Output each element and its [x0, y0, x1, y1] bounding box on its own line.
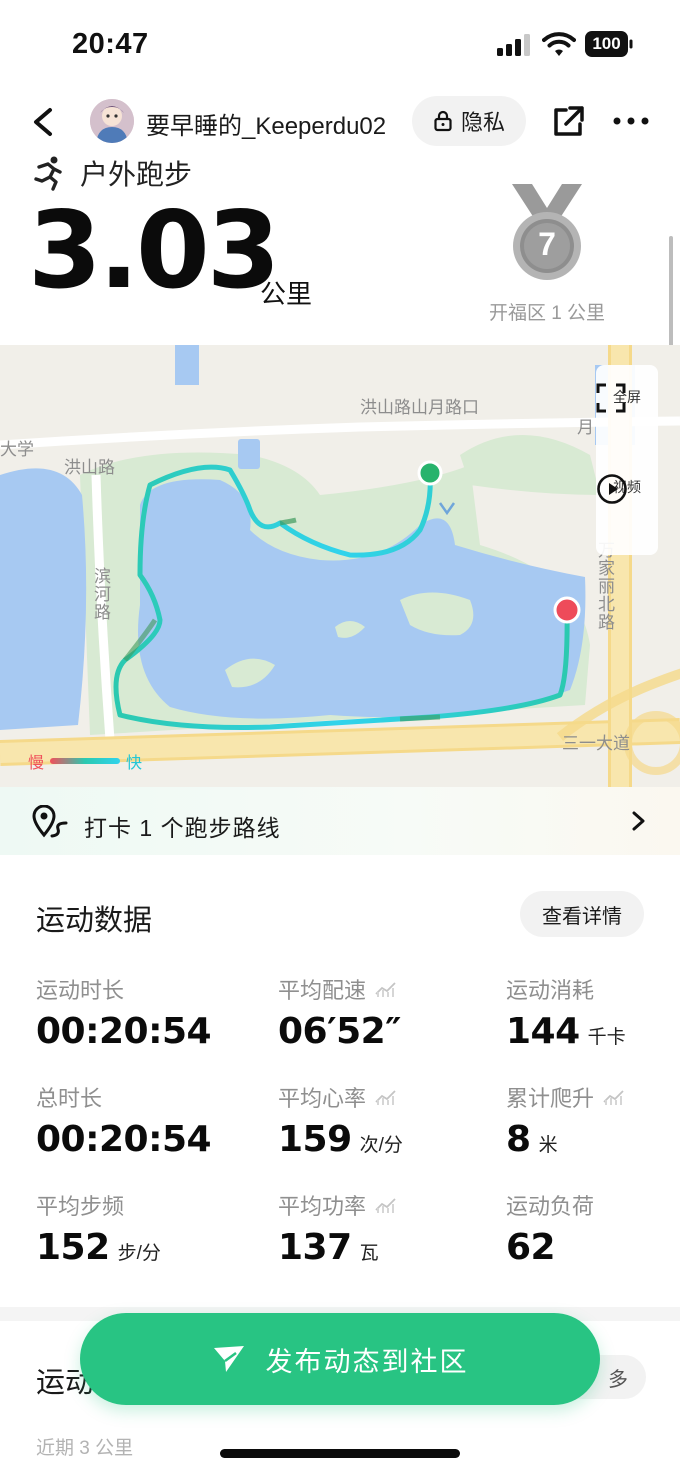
metric-label: 运动时长 — [36, 978, 125, 1003]
distance-value: 3.03 — [28, 189, 281, 312]
home-indicator[interactable] — [220, 1449, 460, 1458]
publish-to-community-button[interactable]: 发布动态到社区 — [80, 1313, 600, 1405]
metric-item[interactable]: 累计爬升 8 米 — [506, 1081, 626, 1160]
metric-label: 运动负荷 — [506, 1194, 595, 1219]
metric-item: 运动负荷 62 — [506, 1189, 594, 1268]
share-icon[interactable] — [550, 104, 586, 140]
metric-value: 159 次/分 — [278, 1119, 403, 1160]
metric-item[interactable]: 平均心率 159 次/分 — [278, 1081, 403, 1160]
medal-caption: 开福区 1 公里 — [488, 303, 606, 324]
metric-unit: 瓦 — [359, 1243, 379, 1264]
lower-card-subtitle: 近期 3 公里 — [36, 1438, 134, 1459]
metric-value: 137 瓦 — [278, 1227, 379, 1268]
metric-label: 平均步频 — [36, 1194, 125, 1219]
sport-type-row: 户外跑步 — [30, 153, 192, 193]
back-icon — [34, 108, 52, 136]
medal-number: 7 — [538, 226, 556, 262]
map-label-partial: 月 — [577, 418, 594, 437]
metric-value: 06′52″ — [278, 1011, 401, 1052]
metric-item[interactable]: 平均配速 06′52″ — [278, 973, 401, 1052]
trend-chart-icon — [375, 1198, 396, 1213]
map-label-crossing: 洪山路山月路口 — [360, 398, 479, 417]
fullscreen-button[interactable]: 全屏 — [596, 383, 658, 463]
metric-label: 平均配速 — [278, 973, 401, 1005]
nav-bar: 要早睡的_Keeperdu02 隐私 — [0, 92, 680, 152]
metric-item[interactable]: 平均功率 137 瓦 — [278, 1189, 398, 1268]
metric-unit: 步/分 — [117, 1243, 161, 1264]
metric-value: 144 千卡 — [506, 1011, 626, 1052]
distance-unit: 公里 — [260, 279, 313, 309]
legend-gradient — [50, 758, 121, 764]
running-icon — [34, 156, 62, 191]
wifi-icon — [542, 30, 576, 58]
pace-legend: 慢 快 — [28, 751, 143, 772]
checkin-route-row[interactable]: 打卡 1 个跑步路线 — [0, 787, 680, 855]
chevron-right-icon — [632, 811, 645, 831]
map-label-binhe-road: 滨河路 — [91, 567, 110, 621]
status-bar: 20:47 100 — [0, 0, 680, 90]
trend-chart-icon — [603, 1090, 624, 1105]
metric-label: 平均功率 — [278, 1189, 398, 1221]
privacy-label: 隐私 — [460, 110, 505, 135]
lock-icon — [434, 110, 452, 132]
metric-unit: 千卡 — [587, 1027, 626, 1048]
avatar[interactable] — [90, 99, 134, 143]
metric-unit: 米 — [538, 1135, 558, 1156]
map-controls: 全屏 视频 — [596, 365, 658, 555]
medal-icon[interactable]: 7 — [508, 184, 586, 284]
publish-label: 发布动态到社区 — [265, 1346, 469, 1377]
metric-label: 总时长 — [36, 1086, 103, 1111]
metric-unit: 次/分 — [359, 1135, 403, 1156]
video-button[interactable]: 视频 — [596, 473, 658, 553]
metric-item: 平均步频 152 步/分 — [36, 1189, 161, 1268]
sport-type: 户外跑步 — [80, 159, 193, 190]
send-icon — [213, 1346, 244, 1372]
legend-slow: 慢 — [28, 755, 45, 772]
status-time: 20:47 — [72, 28, 149, 60]
sport-data-card: 运动数据 查看详情 运动时长 00:20:54 平均配速 06′52″ 运动消耗 144 千… — [0, 855, 680, 1307]
view-details-button[interactable]: 查看详情 — [520, 891, 644, 937]
checkin-text: 打卡 1 个跑步路线 — [84, 815, 281, 841]
signal-icon — [497, 34, 531, 56]
metric-label: 累计爬升 — [506, 1081, 626, 1113]
trend-chart-icon — [375, 1090, 396, 1105]
map-canvas — [0, 345, 680, 787]
metric-item: 总时长 00:20:54 — [36, 1081, 212, 1160]
metric-value: 62 — [506, 1227, 556, 1268]
legend-fast: 快 — [126, 755, 143, 772]
metric-value: 152 步/分 — [36, 1227, 161, 1268]
privacy-button[interactable]: 隐私 — [412, 96, 526, 146]
metric-value: 8米 — [506, 1119, 558, 1160]
section-title: 运动数据 — [36, 905, 153, 937]
map-label-university: 大学 — [0, 440, 34, 459]
metric-value: 00:20:54 — [36, 1119, 212, 1160]
more-icon[interactable] — [610, 106, 652, 136]
metric-item: 运动消耗 144 千卡 — [506, 973, 626, 1052]
metric-label: 运动消耗 — [506, 978, 595, 1003]
route-map[interactable]: 洪山路山月路口 洪山路 大学 滨河路 万家丽北路 三一大道 月 全屏 视频 慢 … — [0, 345, 680, 787]
play-icon — [597, 474, 627, 504]
battery-icon: 100 — [585, 31, 633, 57]
fullscreen-icon — [596, 383, 626, 413]
back-button[interactable] — [26, 100, 62, 144]
username[interactable]: 要早睡的_Keeperdu02 — [146, 106, 386, 141]
map-label-sanyi-avenue: 三一大道 — [562, 734, 630, 753]
metric-label: 平均心率 — [278, 1081, 403, 1113]
trend-chart-icon — [375, 982, 396, 997]
battery-level: 100 — [592, 34, 621, 53]
metric-item: 运动时长 00:20:54 — [36, 973, 212, 1052]
metric-value: 00:20:54 — [36, 1011, 212, 1052]
map-label-hongshan-road: 洪山路 — [64, 458, 115, 477]
route-pin-icon — [32, 805, 68, 838]
